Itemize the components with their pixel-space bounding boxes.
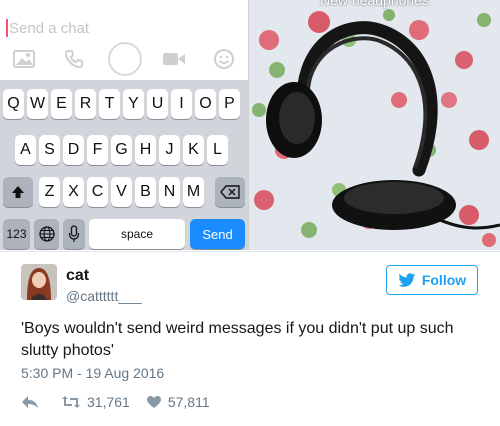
tweet-card: cat @catttttt___ Follow 'Boys wouldn't s…: [0, 251, 500, 426]
tweet-timestamp[interactable]: 5:30 PM - 19 Aug 2016: [21, 365, 164, 381]
chat-screen: Send a chat Q W E R T Y U I O P A S D F …: [0, 0, 248, 250]
text-caret: [6, 19, 8, 37]
key-u[interactable]: U: [147, 89, 168, 119]
phone-icon[interactable]: [62, 47, 86, 71]
shift-icon: [12, 186, 24, 198]
key-z[interactable]: Z: [39, 177, 60, 207]
key-q[interactable]: Q: [3, 89, 24, 119]
user-handle[interactable]: @catttttt___: [66, 288, 142, 304]
reply-icon: [22, 396, 38, 408]
retweet-button[interactable]: 31,761: [61, 394, 130, 410]
snap-photo: New headphones: [249, 0, 500, 250]
like-count: 57,811: [167, 394, 210, 410]
space-key[interactable]: space: [89, 219, 185, 249]
shift-key[interactable]: [3, 177, 33, 207]
key-l[interactable]: L: [207, 135, 228, 165]
key-x[interactable]: X: [63, 177, 84, 207]
key-i[interactable]: I: [171, 89, 192, 119]
chat-toolbar: [0, 41, 248, 79]
key-d[interactable]: D: [63, 135, 84, 165]
tweet-actions: 31,761 57,811: [21, 392, 226, 412]
key-a[interactable]: A: [15, 135, 36, 165]
send-key[interactable]: Send: [190, 219, 245, 249]
backspace-icon: [220, 185, 240, 199]
chat-input[interactable]: Send a chat: [6, 14, 242, 42]
key-v[interactable]: V: [111, 177, 132, 207]
globe-key[interactable]: [34, 219, 59, 249]
numbers-key[interactable]: 123: [3, 219, 30, 249]
key-c[interactable]: C: [87, 177, 108, 207]
emoji-icon[interactable]: [212, 47, 236, 71]
key-j[interactable]: J: [159, 135, 180, 165]
reply-button[interactable]: [21, 395, 45, 409]
key-r[interactable]: R: [75, 89, 96, 119]
microphone-icon: [68, 225, 80, 242]
key-f[interactable]: F: [87, 135, 108, 165]
heart-icon: [146, 396, 161, 408]
ios-keyboard: Q W E R T Y U I O P A S D F G H J K L Z …: [0, 80, 248, 250]
like-button[interactable]: 57,811: [146, 394, 210, 410]
camera-button[interactable]: [108, 42, 142, 76]
key-g[interactable]: G: [111, 135, 132, 165]
key-e[interactable]: E: [51, 89, 72, 119]
user-display-name[interactable]: cat: [66, 267, 89, 285]
key-y[interactable]: Y: [123, 89, 144, 119]
key-t[interactable]: T: [99, 89, 120, 119]
twitter-bird-icon: [398, 272, 416, 287]
avatar-image: [21, 264, 57, 300]
delete-key[interactable]: [215, 177, 245, 207]
key-h[interactable]: H: [135, 135, 156, 165]
snapchat-screens: Send a chat Q W E R T Y U I O P A S D F …: [0, 0, 500, 250]
globe-icon: [38, 226, 55, 242]
follow-label: Follow: [421, 272, 467, 288]
image-icon[interactable]: [12, 47, 36, 71]
key-k[interactable]: K: [183, 135, 204, 165]
tweet-text: 'Boys wouldn't send weird messages if yo…: [21, 320, 454, 359]
key-b[interactable]: B: [135, 177, 156, 207]
key-n[interactable]: N: [159, 177, 180, 207]
video-icon[interactable]: [162, 47, 186, 71]
avatar[interactable]: [21, 264, 57, 300]
snap-caption: New headphones: [320, 0, 429, 8]
follow-button[interactable]: Follow: [386, 265, 478, 295]
key-w[interactable]: W: [27, 89, 48, 119]
key-m[interactable]: M: [183, 177, 204, 207]
key-s[interactable]: S: [39, 135, 60, 165]
chat-placeholder: Send a chat: [9, 19, 90, 37]
key-p[interactable]: P: [219, 89, 240, 119]
dictation-key[interactable]: [63, 219, 85, 249]
retweet-count: 31,761: [87, 394, 130, 410]
key-o[interactable]: O: [195, 89, 216, 119]
headphones-photo: [249, 0, 500, 250]
retweet-icon: [62, 396, 80, 408]
